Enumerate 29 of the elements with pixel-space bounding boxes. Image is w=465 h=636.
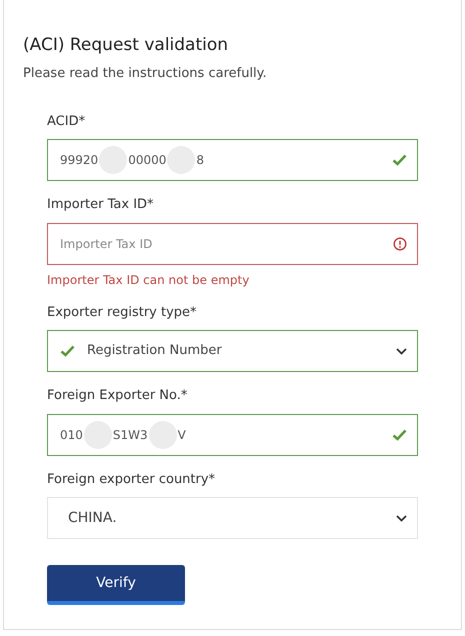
- input-value: S1W3: [112, 426, 148, 444]
- input-placeholder: Importer Tax ID: [60, 236, 152, 252]
- select-field[interactable]: Registration Number: [47, 330, 418, 372]
- input-field[interactable]: Importer Tax ID: [47, 222, 418, 264]
- input-value: 8: [196, 152, 204, 169]
- select-field[interactable]: CHINA.: [47, 497, 418, 539]
- form-title: (ACI) Request validation: [23, 34, 230, 56]
- select-value: CHINA.: [67, 508, 118, 528]
- input-value: V: [178, 426, 186, 444]
- verify-button[interactable]: Verify: [47, 565, 185, 605]
- check-icon: [60, 345, 75, 357]
- check-icon: [392, 428, 407, 440]
- form-subtitle: Please read the instructions carefully.: [23, 65, 268, 83]
- caret-icon: [396, 514, 407, 522]
- input-field[interactable]: 99920 00000 8: [47, 139, 418, 181]
- input-value: 00000: [128, 152, 166, 169]
- error-message: Importer Tax ID can not be empty: [47, 272, 250, 288]
- check-icon: [392, 154, 407, 166]
- caret-icon: [396, 348, 407, 354]
- error-icon: [393, 236, 407, 250]
- field-label: Exporter registry type*: [47, 304, 198, 322]
- field-label: Foreign Exporter No.*: [47, 387, 188, 405]
- input-value: 99920: [60, 152, 98, 169]
- field-label: Foreign exporter country*: [47, 470, 216, 488]
- select-value: Registration Number: [86, 342, 223, 360]
- field-label: ACID*: [47, 112, 86, 130]
- input-value: 010: [60, 426, 83, 444]
- input-field[interactable]: 010 S1W3 V: [47, 414, 418, 456]
- field-label: Importer Tax ID*: [47, 196, 155, 214]
